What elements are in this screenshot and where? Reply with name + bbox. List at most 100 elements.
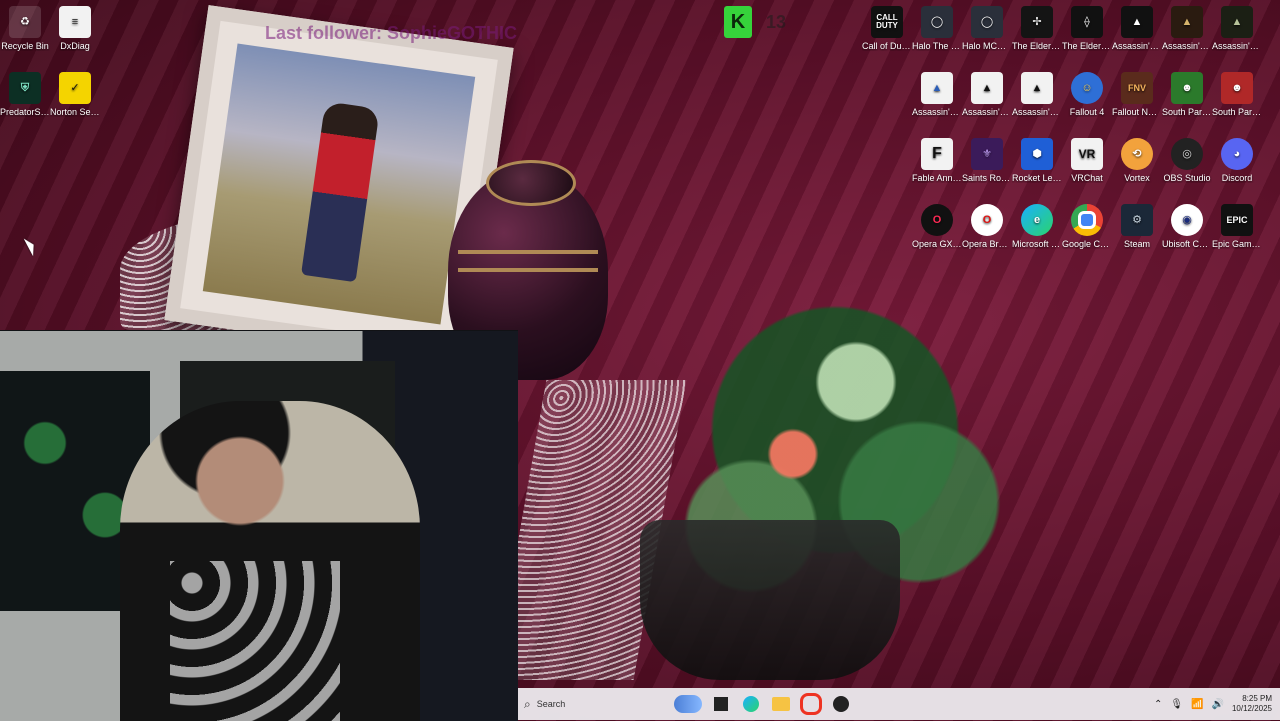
desktop-icon-label: Google Chrome [1062, 239, 1112, 249]
taskbar-file-explorer-icon[interactable] [767, 690, 795, 718]
taskbar-search[interactable]: ⌕ Search [518, 688, 669, 720]
desktop-icon-obs-studio[interactable]: ◎ OBS Studio [1162, 138, 1212, 183]
desktop-icon-label: Norton Security Ultra [50, 107, 100, 117]
desktop-icon-dxdiag[interactable]: ≡ DxDiag [50, 6, 100, 51]
desktop-icon-predator[interactable]: ⛨ PredatorSe... [0, 72, 50, 117]
desktop-icon-opera-browser[interactable]: O Opera Browser [962, 204, 1012, 249]
desktop-icon-rocket-league[interactable]: ⬢ Rocket League® [1012, 138, 1062, 183]
taskbar-clock[interactable]: 8:25 PM 10/12/2025 [1232, 694, 1272, 714]
fallout-new-vegas-icon: FNV [1121, 72, 1153, 104]
chrome-icon [1071, 204, 1103, 236]
taskbar-date: 10/12/2025 [1231, 704, 1272, 713]
opera-icon: O [971, 204, 1003, 236]
system-tray: ⌃ 🎙 📶 🔊 8:25 PM 10/12/2025 [1154, 694, 1280, 714]
wifi-icon[interactable]: 📶 [1191, 699, 1203, 710]
epic-games-icon: EPIC [1221, 204, 1253, 236]
elder-scrolls-iv-icon: ⟠ [1071, 6, 1103, 38]
fable-icon: F [921, 138, 953, 170]
desktop-icon-recycle-bin[interactable]: ♻ Recycle Bin [0, 6, 50, 51]
desktop-icon-fable-anniversary[interactable]: F Fable Anniversary [912, 138, 962, 183]
document-icon: ≡ [59, 6, 91, 38]
steam-icon: ⚙ [1121, 204, 1153, 236]
desktop-icon-label: Fable Anniversary [912, 173, 962, 183]
desktop-icon-label: Opera GX Browser [912, 239, 962, 249]
desktop-icon-assassins-creed-s[interactable]: ▲ Assassin's Creed S... [1112, 6, 1162, 51]
desktop-icon-epic-games[interactable]: EPIC Epic Games Launcher [1212, 204, 1262, 249]
desktop-icon-steam[interactable]: ⚙ Steam [1112, 204, 1162, 249]
taskbar-search-placeholder: Search [536, 699, 566, 709]
desktop-icon-label: The Elder Scrolls IV ... [1062, 41, 1112, 51]
desktop-icon-label: Epic Games Launcher [1212, 239, 1262, 249]
desktop-icon-ubisoft-connect[interactable]: ◉ Ubisoft Connect [1162, 204, 1212, 249]
wallpaper-pot [640, 520, 900, 680]
desktop-icon-microsoft-edge[interactable]: e Microsoft Edge [1012, 204, 1062, 249]
taskbar-opera-icon[interactable] [797, 690, 825, 718]
desktop-icon-norton[interactable]: ✓ Norton Security Ultra [50, 72, 100, 117]
south-park-fractured-icon: ☻ [1221, 72, 1253, 104]
desktop-icon-fallout-4[interactable]: ☺ Fallout 4 [1062, 72, 1112, 117]
desktop-icon-label: Rocket League® [1012, 173, 1062, 183]
wallpaper-photo [202, 43, 476, 325]
wallpaper-person [301, 101, 380, 283]
desktop-icon-label: South Park TSOT [1162, 107, 1212, 117]
volume-icon[interactable]: 🔊 [1212, 699, 1224, 710]
south-park-tsot-icon: ☻ [1171, 72, 1203, 104]
desktop-icon-opera-gx[interactable]: O Opera GX Browser [912, 204, 962, 249]
desktop-icon-halo-mcc-anticheat[interactable]: ◯ Halo MCC Anti-Che... [962, 6, 1012, 51]
saints-row-icon: ⚜ [971, 138, 1003, 170]
desktop-icon-label: Recycle Bin [1, 41, 49, 51]
taskbar-widget-icon[interactable] [671, 690, 705, 718]
call-of-duty-icon: CALL DUTY [871, 6, 903, 38]
desktop-icon-label: Assassin's Creed Lib... [962, 107, 1012, 117]
norton-icon: ✓ [59, 72, 91, 104]
desktop-icon-vrchat[interactable]: VR VRChat [1062, 138, 1112, 183]
webcam-overlay [0, 330, 518, 721]
desktop-icon-fallout-new-vegas[interactable]: FNV Fallout New Vegas Ulti... [1112, 72, 1162, 117]
desktop-icon-label: Call of Duty® [862, 41, 912, 51]
taskbar-obs-icon[interactable] [827, 690, 855, 718]
assassins-creed-origins-icon: ▲ [1221, 6, 1253, 38]
assassins-creed-icon: ▲ [1121, 6, 1153, 38]
taskbar-edge-icon[interactable] [737, 690, 765, 718]
desktop-icon-label: Assassin's Creed S... [1112, 41, 1162, 51]
taskbar-terminal-icon[interactable] [707, 690, 735, 718]
rocket-league-icon: ⬢ [1021, 138, 1053, 170]
desktop-icon-label: Saints Row 2 [962, 173, 1012, 183]
desktop-icon-label: Assassin's Creed O... [1212, 41, 1262, 51]
desktop-icon-label: DxDiag [60, 41, 90, 51]
obs-icon [833, 696, 849, 712]
halo-mcc-icon: ◯ [971, 6, 1003, 38]
desktop-icon-label: Fallout New Vegas Ulti... [1112, 107, 1162, 117]
desktop-icon-assassins-creed-unity[interactable]: ▲ Assassin's Creed Unity [912, 72, 962, 117]
fallout-4-icon: ☺ [1071, 72, 1103, 104]
desktop-icon-assassins-creed-2[interactable]: ▲ Assassin's Creed® ... [1012, 72, 1062, 117]
microphone-icon[interactable]: 🎙 [1170, 699, 1183, 710]
desktop-icon-label: Assassin's Creed® ... [1012, 107, 1062, 117]
desktop-icon-saints-row-2[interactable]: ⚜ Saints Row 2 [962, 138, 1012, 183]
desktop-icon-label: Assassin's Creed Mirage [1162, 41, 1212, 51]
desktop-icon-assassins-creed-liberation[interactable]: ▲ Assassin's Creed Lib... [962, 72, 1012, 117]
opera-gx-icon: O [921, 204, 953, 236]
assassins-creed-unity-icon: ▲ [921, 72, 953, 104]
edge-icon: e [1021, 204, 1053, 236]
desktop-icon-discord[interactable]: ◕ Discord [1212, 138, 1262, 183]
desktop-icon-google-chrome[interactable]: Google Chrome [1062, 204, 1112, 249]
desktop-icon-label: Discord [1221, 173, 1253, 183]
desktop-icon-call-of-duty[interactable]: CALL DUTY Call of Duty® [862, 6, 912, 51]
desktop-icon-assassins-creed-origins[interactable]: ▲ Assassin's Creed O... [1212, 6, 1262, 51]
desktop-icon-south-park-tsot[interactable]: ☻ South Park TSOT [1162, 72, 1212, 117]
desktop-icon-label: Opera Browser [962, 239, 1012, 249]
desktop-icon-south-park-fractured[interactable]: ☻ South Park - The Fractur... [1212, 72, 1262, 117]
desktop-icon-assassins-creed-mirage[interactable]: ▲ Assassin's Creed Mirage [1162, 6, 1212, 51]
chevron-up-icon[interactable]: ⌃ [1154, 699, 1162, 710]
desktop-icon-label: Microsoft Edge [1012, 239, 1062, 249]
kick-badge-icon: K [724, 6, 752, 38]
desktop-icon-elder-scrolls[interactable]: ✢ The Elder Scrolls ... [1012, 6, 1062, 51]
desktop-icon-vortex[interactable]: ⟲ Vortex [1112, 138, 1162, 183]
desktop-icon-elder-scrolls-iv[interactable]: ⟠ The Elder Scrolls IV ... [1062, 6, 1112, 51]
predator-icon: ⛨ [9, 72, 41, 104]
widget-icon [674, 695, 702, 713]
desktop-icon-halo-master-chief[interactable]: ◯ Halo The Master Chi... [912, 6, 962, 51]
desktop-icon-label: Ubisoft Connect [1162, 239, 1212, 249]
desktop-icon-label: OBS Studio [1163, 173, 1211, 183]
